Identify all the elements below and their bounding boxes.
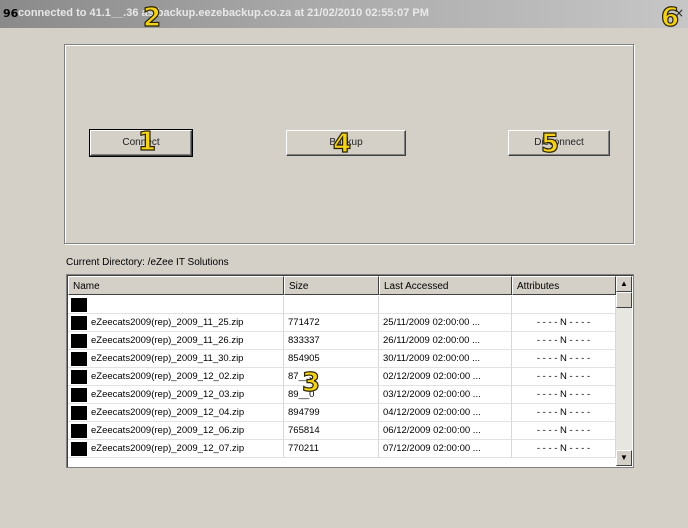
marker-3: 3: [301, 368, 321, 398]
table-row[interactable]: eZeecats2009(rep)_2009_12_03.zip 89__0 03/…: [68, 386, 616, 404]
file-name-cell: [68, 296, 284, 314]
last-accessed: 30/11/2009 02:00:00 ...: [379, 350, 512, 368]
file-name-cell: eZeecats2009(rep)_2009_11_30.zip: [68, 350, 284, 368]
file-size: 833337: [284, 332, 379, 350]
window-title: connected to 41.1__.36 as backup.eezebac…: [18, 7, 429, 19]
file-icon: [71, 315, 87, 330]
column-header-attributes[interactable]: Attributes: [512, 276, 616, 295]
attributes: - - - - N - - - -: [512, 404, 616, 422]
marker-1: 1: [137, 127, 157, 157]
file-size: [284, 296, 379, 314]
last-accessed: 03/12/2009 02:00:00 ...: [379, 386, 512, 404]
column-header-last-accessed[interactable]: Last Accessed: [379, 276, 512, 295]
table-row[interactable]: eZeecats2009(rep)_2009_11_30.zip 854905 30…: [68, 350, 616, 368]
file-icon: [71, 441, 87, 456]
marker-6: 6: [660, 3, 680, 33]
list-header: Name Size Last Accessed Attributes: [68, 276, 616, 296]
file-icon: [71, 387, 87, 402]
file-size: 771472: [284, 314, 379, 332]
last-accessed: 26/11/2009 02:00:00 ...: [379, 332, 512, 350]
file-name-cell: eZeecats2009(rep)_2009_12_03.zip: [68, 386, 284, 404]
file-name-cell: eZeecats2009(rep)_2009_11_25.zip: [68, 314, 284, 332]
file-size: 89__0: [284, 386, 379, 404]
marker-2: 2: [142, 3, 162, 33]
file-icon: [71, 333, 87, 348]
app-icon: 96: [3, 7, 19, 20]
attributes: - - - - N - - - -: [512, 332, 616, 350]
file-size: 87__3: [284, 368, 379, 386]
table-row[interactable]: eZeecats2009(rep)_2009_12_06.zip 765814 06…: [68, 422, 616, 440]
file-name: eZeecats2009(rep)_2009_12_02.zip: [91, 370, 245, 382]
table-row[interactable]: eZeecats2009(rep)_2009_12_07.zip 770211 07…: [68, 440, 616, 458]
scroll-thumb[interactable]: [616, 292, 632, 308]
last-accessed: 25/11/2009 02:00:00 ...: [379, 314, 512, 332]
column-header-size[interactable]: Size: [284, 276, 379, 295]
file-icon: [71, 351, 87, 366]
marker-4: 4: [332, 129, 352, 159]
current-directory-label: Current Directory: /eZee IT Solutions: [66, 257, 229, 268]
attributes: - - - - N - - - -: [512, 314, 616, 332]
attributes: - - - - N - - - -: [512, 386, 616, 404]
file-icon: [71, 405, 87, 420]
file-name-cell: eZeecats2009(rep)_2009_12_06.zip: [68, 422, 284, 440]
title-bar: 96 connected to 41.1__.36 as backup.eeze…: [0, 0, 688, 28]
scroll-down-arrow-icon[interactable]: ▼: [616, 450, 632, 466]
table-row[interactable]: eZeecats2009(rep)_2009_11_25.zip 771472 25…: [68, 314, 616, 332]
file-icon: [71, 369, 87, 384]
file-size: 854905: [284, 350, 379, 368]
attributes: - - - - N - - - -: [512, 422, 616, 440]
last-accessed: 04/12/2009 02:00:00 ...: [379, 404, 512, 422]
file-name-cell: eZeecats2009(rep)_2009_12_04.zip: [68, 404, 284, 422]
list-rows: eZeecats2009(rep)_2009_11_25.zip 771472 25…: [68, 296, 616, 458]
file-name: eZeecats2009(rep)_2009_11_25.zip: [91, 316, 244, 328]
last-accessed: 07/12/2009 02:00:00 ...: [379, 440, 512, 458]
file-name: eZeecats2009(rep)_2009_11_30.zip: [91, 352, 244, 364]
marker-5: 5: [540, 129, 560, 159]
last-accessed: 02/12/2009 02:00:00 ...: [379, 368, 512, 386]
vertical-scrollbar[interactable]: ▲ ▼: [616, 276, 632, 466]
file-size: 894799: [284, 404, 379, 422]
attributes: - - - - N - - - -: [512, 350, 616, 368]
attributes: [512, 296, 616, 314]
table-row[interactable]: [68, 296, 616, 314]
file-name-cell: eZeecats2009(rep)_2009_12_02.zip: [68, 368, 284, 386]
file-list[interactable]: Name Size Last Accessed Attributes eZeec…: [66, 274, 634, 468]
file-name: eZeecats2009(rep)_2009_12_04.zip: [91, 406, 245, 418]
file-name: eZeecats2009(rep)_2009_12_03.zip: [91, 388, 245, 400]
file-name: eZeecats2009(rep)_2009_12_06.zip: [91, 424, 245, 436]
last-accessed: 06/12/2009 02:00:00 ...: [379, 422, 512, 440]
table-row[interactable]: eZeecats2009(rep)_2009_12_04.zip 894799 04…: [68, 404, 616, 422]
attributes: - - - - N - - - -: [512, 440, 616, 458]
file-name-cell: eZeecats2009(rep)_2009_11_26.zip: [68, 332, 284, 350]
file-size: 765814: [284, 422, 379, 440]
file-name: eZeecats2009(rep)_2009_11_26.zip: [91, 334, 244, 346]
file-size: 770211: [284, 440, 379, 458]
column-header-name[interactable]: Name: [68, 276, 284, 295]
attributes: - - - - N - - - -: [512, 368, 616, 386]
file-icon: [71, 423, 87, 438]
file-name-cell: eZeecats2009(rep)_2009_12_07.zip: [68, 440, 284, 458]
last-accessed: [379, 296, 512, 314]
file-name: eZeecats2009(rep)_2009_12_07.zip: [91, 442, 245, 454]
table-row[interactable]: eZeecats2009(rep)_2009_12_02.zip 87__3 02/…: [68, 368, 616, 386]
scroll-up-arrow-icon[interactable]: ▲: [616, 276, 632, 292]
file-icon: [71, 297, 87, 312]
table-row[interactable]: eZeecats2009(rep)_2009_11_26.zip 833337 26…: [68, 332, 616, 350]
